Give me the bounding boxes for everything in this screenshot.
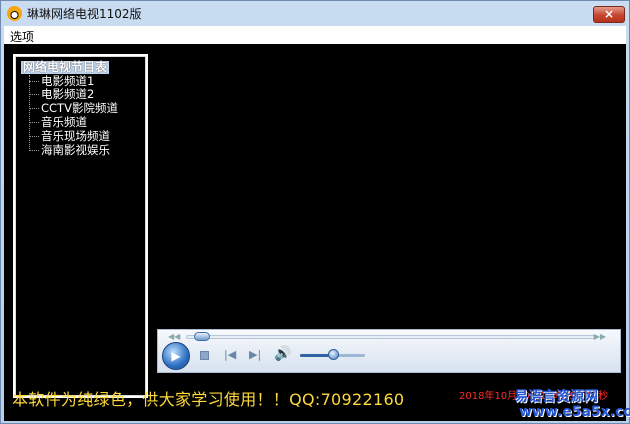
seek-forward-icon[interactable]: ▶▶ xyxy=(594,332,606,341)
app-window: 琳琳网络电视1102版 × 选项 网络电视节目表 电影频道1 电影频道2 CCT… xyxy=(0,0,630,424)
watermark-url: www.e5a5x.com xyxy=(519,404,630,420)
tree-node-channel[interactable]: 海南影视娱乐 xyxy=(29,144,110,157)
next-button[interactable]: ▶| xyxy=(249,348,261,361)
play-button[interactable]: ▶ xyxy=(162,342,190,370)
window-title: 琳琳网络电视1102版 xyxy=(27,7,142,21)
seek-bar[interactable] xyxy=(186,335,596,339)
tree-node-channel[interactable]: 音乐频道 xyxy=(29,116,87,129)
tree-node-channel[interactable]: 音乐现场频道 xyxy=(29,130,110,143)
seek-thumb[interactable] xyxy=(194,332,211,341)
footer-message: 本软件为纯绿色，供大家学习使用！！QQ:70922160 xyxy=(12,390,405,409)
watermark-logo-text: 易语言资源网 xyxy=(514,389,598,405)
volume-thumb[interactable] xyxy=(327,349,339,360)
channel-tree[interactable]: 网络电视节目表 电影频道1 电影频道2 CCTV影院频道 音乐频道 音乐现场频道… xyxy=(13,54,148,398)
tree-node-channel[interactable]: CCTV影院频道 xyxy=(29,102,118,115)
title-bar[interactable]: 琳琳网络电视1102版 × xyxy=(1,1,629,25)
client-area: 选项 网络电视节目表 电影频道1 电影频道2 CCTV影院频道 音乐频道 音乐现… xyxy=(4,26,630,421)
tree-node-channel[interactable]: 电影频道2 xyxy=(29,88,94,101)
previous-button[interactable]: |◀ xyxy=(224,348,236,361)
stop-button[interactable] xyxy=(200,351,209,360)
volume-icon[interactable]: 🔊 xyxy=(274,346,291,362)
menu-item-options[interactable]: 选项 xyxy=(10,28,34,45)
menu-bar: 选项 xyxy=(4,26,626,44)
app-icon xyxy=(7,6,22,21)
seek-back-icon[interactable]: ◀◀ xyxy=(168,332,180,341)
video-area[interactable] xyxy=(156,46,624,328)
media-player-controls: ◀◀ ▶▶ ▶ |◀ ▶| 🔊 xyxy=(157,329,621,373)
tree-root-node[interactable]: 网络电视节目表 xyxy=(21,61,110,74)
close-button[interactable]: × xyxy=(593,6,625,23)
